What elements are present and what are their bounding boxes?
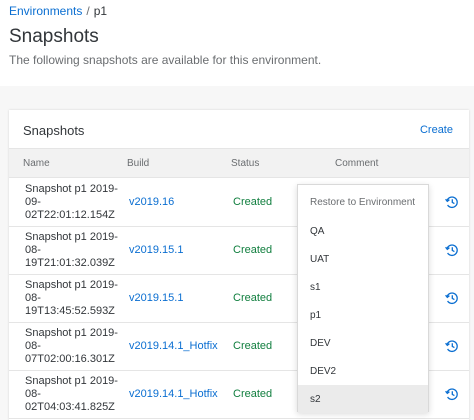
create-snapshot-button[interactable]: Create	[420, 124, 453, 136]
restore-menu-item[interactable]: QA	[298, 217, 428, 245]
restore-menu-item[interactable]: p1	[298, 301, 428, 329]
history-restore-icon[interactable]	[443, 193, 461, 211]
history-restore-icon[interactable]	[443, 337, 461, 355]
status-text: Created	[233, 244, 273, 256]
restore-menu-header: Restore to Environment	[310, 197, 416, 208]
snapshot-name: Snapshot p1 2019-08-19T13:45:52.593Z	[25, 279, 118, 317]
restore-environment-menu: Restore to Environment QA UAT s1 p1 DEV DEV2 s…	[297, 184, 429, 413]
breadcrumb: Environments / p1	[9, 4, 107, 18]
restore-menu-item[interactable]: DEV2	[298, 357, 428, 385]
table-header: Name Build Status Comment	[9, 148, 469, 178]
status-text: Created	[233, 388, 273, 400]
build-link[interactable]: v2019.14.1_Hotfix	[129, 388, 218, 400]
restore-menu-item[interactable]: s2	[298, 385, 428, 413]
snapshot-name: Snapshot p1 2019-09-02T22:01:12.154Z	[25, 183, 118, 221]
column-header-comment: Comment	[335, 158, 379, 169]
page-title: Snapshots	[9, 26, 99, 47]
history-restore-icon[interactable]	[443, 241, 461, 259]
snapshot-name: Snapshot p1 2019-08-07T02:00:16.301Z	[25, 327, 118, 365]
page-subtitle: The following snapshots are available fo…	[9, 53, 322, 67]
column-header-build: Build	[127, 158, 150, 169]
status-text: Created	[233, 292, 273, 304]
restore-menu-item[interactable]: UAT	[298, 245, 428, 273]
snapshot-name: Snapshot p1 2019-08-19T21:01:32.039Z	[25, 231, 118, 269]
history-restore-icon[interactable]	[443, 289, 461, 307]
column-header-name: Name	[23, 158, 50, 169]
restore-menu-item[interactable]: DEV	[298, 329, 428, 357]
breadcrumb-current: p1	[93, 4, 108, 18]
column-header-status: Status	[231, 158, 260, 169]
build-link[interactable]: v2019.15.1	[129, 244, 183, 256]
panel-title: Snapshots	[23, 123, 85, 138]
build-link[interactable]: v2019.14.1_Hotfix	[129, 340, 218, 352]
snapshot-name: Snapshot p1 2019-08-02T04:03:41.825Z	[25, 375, 118, 413]
restore-menu-item[interactable]: s1	[298, 273, 428, 301]
history-restore-icon[interactable]	[443, 385, 461, 403]
breadcrumb-separator: /	[86, 4, 90, 18]
build-link[interactable]: v2019.15.1	[129, 292, 183, 304]
status-text: Created	[233, 196, 273, 208]
panel-header: Snapshots Create	[9, 110, 469, 148]
status-text: Created	[233, 340, 273, 352]
build-link[interactable]: v2019.16	[129, 196, 174, 208]
breadcrumb-environments-link[interactable]: Environments	[9, 4, 82, 18]
